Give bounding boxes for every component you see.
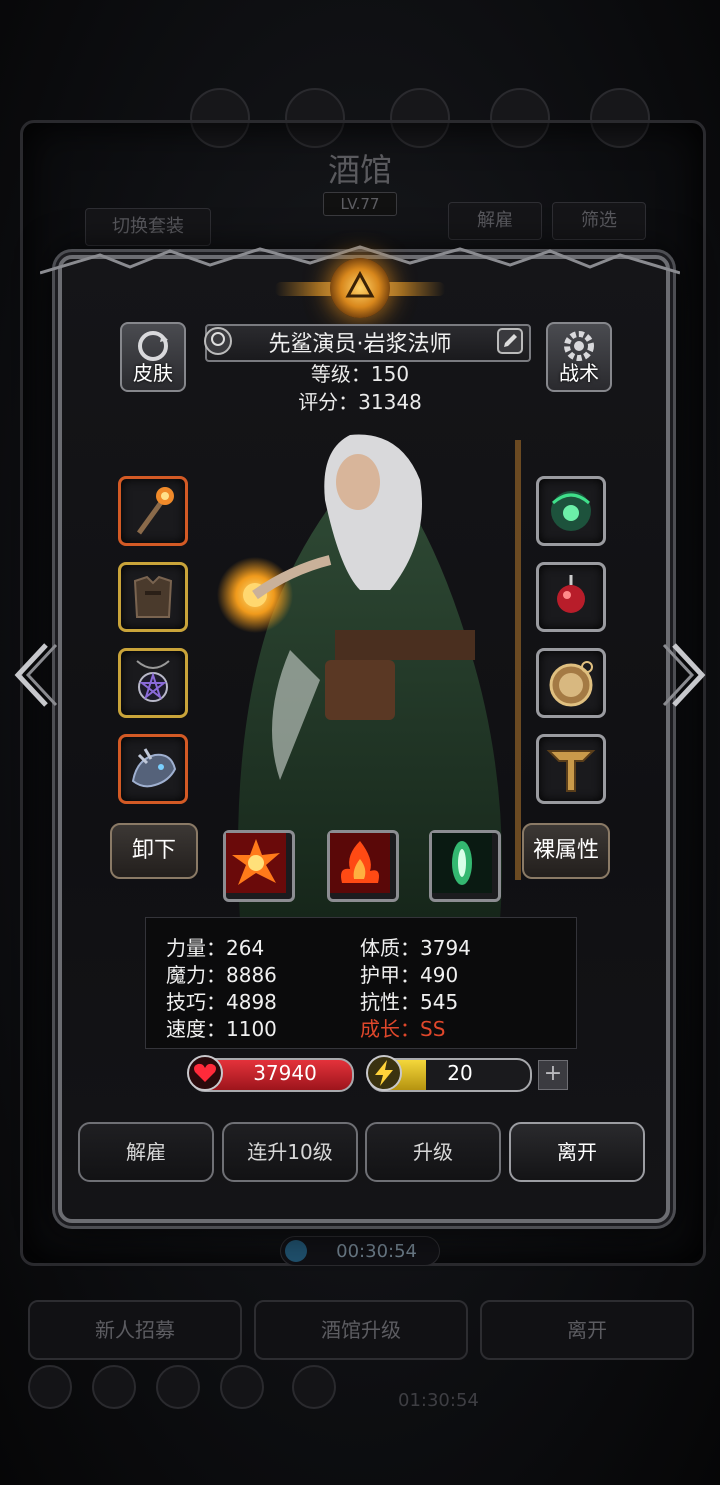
flame-skill-icon [330,833,390,893]
skill-slot-explosion[interactable] [223,830,295,902]
bg-bottom-icon [156,1365,200,1409]
upgrade-button[interactable]: 升级 [365,1122,501,1182]
attr-constitution: 体质：3794 [360,936,471,960]
dismiss-button[interactable]: 解雇 [78,1122,214,1182]
equip-slot-staff[interactable] [118,476,188,546]
bg-leave-button: 离开 [480,1300,694,1360]
unequip-button[interactable]: 卸下 [110,823,198,879]
rune-icon [546,750,596,792]
hero-score: 评分：31348 [298,390,422,414]
bg-tavern-upgrade-button: 酒馆升级 [254,1300,468,1360]
bg-timer2: 01:30:54 [398,1390,479,1411]
skin-label: 皮肤 [133,361,173,385]
tactics-label: 战术 [559,361,599,385]
equip-slot-armor[interactable] [118,562,188,632]
pentagram-amulet-icon [136,660,170,702]
equip-slot-compass[interactable] [536,648,606,718]
skill-slot-flame[interactable] [327,830,399,902]
attr-armor: 护甲：490 [360,963,459,987]
hero-name: 先鲨演员·岩浆法师 [268,332,452,357]
red-gem-icon [557,575,585,613]
bg-bottom-icon [292,1365,336,1409]
green-orb-icon [551,491,591,531]
gold-emblem-icon [330,258,390,318]
bg-title: 酒馆 [327,151,392,189]
bare-attributes-button[interactable]: 裸属性 [522,823,610,879]
equip-slot-dragon[interactable] [118,734,188,804]
lightning-icon [366,1055,402,1091]
leave-button[interactable]: 离开 [509,1122,645,1182]
equip-slot-red-gem[interactable] [536,562,606,632]
bg-timer: 00:30:54 [280,1236,440,1266]
tactics-button[interactable]: 战术 [546,322,612,392]
fire-staff-icon [136,487,174,535]
green-crystal-skill-icon [432,833,492,893]
equip-slot-amulet[interactable] [118,648,188,718]
upgrade-10-button[interactable]: 连升10级 [222,1122,358,1182]
prev-hero-arrow-icon[interactable] [8,640,58,710]
explosion-skill-icon [226,833,286,893]
edit-name-icon[interactable] [495,326,525,356]
clock-icon [285,1240,307,1262]
bg-dismiss-button: 解雇 [448,202,542,240]
bg-level: LV.77 [323,192,397,216]
attr-resistance: 抗性：545 [360,990,459,1014]
equip-slot-green-orb[interactable] [536,476,606,546]
next-hero-arrow-icon[interactable] [662,640,712,710]
heart-icon [187,1055,223,1091]
compass-icon [549,661,593,707]
bg-recruit-button: 新人招募 [28,1300,242,1360]
add-energy-button[interactable]: + [538,1060,568,1090]
energy-value: 20 [447,1061,473,1085]
attr-speed: 速度：1100 [166,1017,277,1041]
medal-icon [204,327,232,355]
hero-level: 等级：150 [310,362,410,386]
leather-armor-icon [133,575,173,618]
bg-filter-button: 筛选 [552,202,646,240]
skin-button[interactable]: 皮肤 [120,322,186,392]
bg-bottom-icon [220,1365,264,1409]
attr-growth: 成长：SS [360,1017,446,1041]
attr-magic: 魔力：8886 [166,963,277,987]
hp-value: 37940 [253,1061,317,1085]
bg-switch-outfit-button: 切换套装 [85,208,211,246]
attr-skill: 技巧：4898 [166,990,277,1014]
attr-strength: 力量：264 [166,936,265,960]
bg-bottom-icon [28,1365,72,1409]
skill-slot-green-crystal[interactable] [429,830,501,902]
equip-slot-rune[interactable] [536,734,606,804]
dragon-head-icon [131,748,177,788]
bg-timer-text: 00:30:54 [336,1241,417,1262]
bg-bottom-icon [92,1365,136,1409]
